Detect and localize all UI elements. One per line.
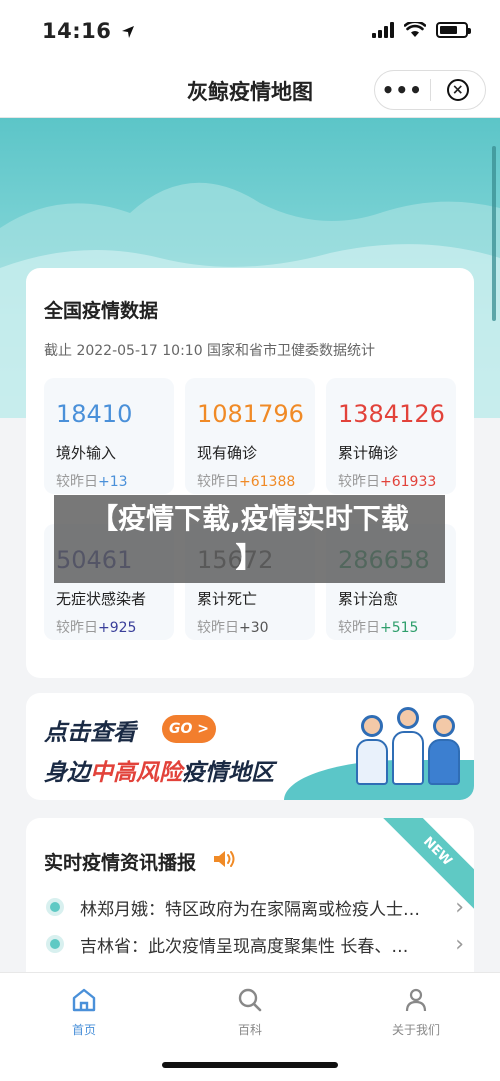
status-time: 14:16 — [42, 19, 135, 43]
status-bar: 14:16 — [0, 0, 500, 62]
home-icon — [34, 985, 134, 1015]
tab-about[interactable]: 关于我们 — [366, 985, 466, 1038]
chevron-right-icon: › — [455, 931, 464, 957]
tab-label: 百科 — [237, 1023, 262, 1037]
search-icon — [200, 985, 300, 1015]
status-icons — [372, 22, 471, 38]
banner-line-2: 身边中高风险疫情地区 — [44, 760, 274, 786]
stat-value: 1081796 — [197, 400, 304, 428]
doctor-figure — [392, 707, 424, 785]
battery-icon — [436, 22, 471, 38]
bullet-dot-icon — [50, 939, 60, 949]
go-button[interactable]: GO > — [162, 715, 216, 743]
person-icon — [366, 985, 466, 1015]
nav-bar: 灰鲸疫情地图 ••• × — [0, 62, 500, 118]
caption-line-1: 【疫情下载,疫情实时下载 — [90, 502, 409, 535]
doctor-figure — [428, 715, 460, 785]
overlay-caption: 【疫情下载,疫情实时下载 】 — [54, 495, 445, 583]
time-text: 14:16 — [42, 19, 112, 43]
close-icon: × — [446, 79, 469, 101]
news-text: 林郑月娥：特区政府为在家隔离或检疫人士… — [79, 899, 420, 920]
stat-label: 现有确诊 — [197, 444, 258, 462]
stat-compare: 较昨日+13 — [56, 474, 128, 490]
location-arrow-icon — [122, 26, 135, 38]
tab-encyclopedia[interactable]: 百科 — [200, 985, 300, 1038]
stat-box-current-confirmed[interactable]: 1081796 现有确诊 较昨日+61388 — [185, 378, 315, 494]
banner-line-1: 点击查看 — [44, 720, 136, 746]
stat-compare: 较昨日+61933 — [338, 474, 437, 490]
bullet-dot-icon — [50, 902, 60, 912]
stat-value: 18410 — [56, 400, 133, 428]
stat-compare: 较昨日+515 — [338, 620, 419, 636]
stat-compare: 较昨日+30 — [197, 620, 269, 636]
scrollbar[interactable] — [492, 146, 496, 321]
doctors-illustration — [356, 707, 460, 785]
news-item[interactable]: 林郑月娥：特区政府为在家隔离或检疫人士… › — [44, 892, 464, 922]
close-button[interactable]: × — [430, 79, 485, 101]
wifi-icon — [404, 22, 426, 37]
stats-title: 全国疫情数据 — [44, 300, 159, 322]
stat-box-imported[interactable]: 18410 境外输入 较昨日+13 — [44, 378, 174, 494]
more-button[interactable]: ••• — [375, 70, 430, 110]
risk-area-banner[interactable]: 点击查看 GO > 身边中高风险疫情地区 — [26, 693, 474, 800]
stat-label: 境外输入 — [56, 444, 117, 462]
national-stats-card: 全国疫情数据 截止 2022-05-17 10:10 国家和省市卫健委数据统计 … — [26, 268, 474, 678]
news-text: 吉林省：此次疫情呈现高度聚集性 长春、… — [79, 936, 409, 957]
home-indicator[interactable] — [162, 1062, 338, 1068]
news-card: 实时疫情资讯播报 NEW 林郑月娥：特区政府为在家隔离或检疫人士… › 吉林省：… — [26, 818, 474, 988]
mini-program-capsule: ••• × — [374, 70, 486, 110]
news-item[interactable]: 吉林省：此次疫情呈现高度聚集性 长春、… › — [44, 929, 464, 959]
stat-compare: 较昨日+61388 — [197, 474, 296, 490]
signal-icon — [372, 22, 394, 38]
speaker-icon — [214, 851, 235, 867]
stat-compare: 较昨日+925 — [56, 620, 137, 636]
tab-label: 关于我们 — [391, 1023, 440, 1037]
stat-label: 累计死亡 — [197, 590, 258, 608]
stat-label: 无症状感染者 — [56, 590, 147, 608]
chevron-right-icon: › — [455, 894, 464, 920]
tab-label: 首页 — [71, 1023, 96, 1037]
stat-label: 累计治愈 — [338, 590, 399, 608]
stat-box-total-confirmed[interactable]: 1384126 累计确诊 较昨日+61933 — [326, 378, 456, 494]
news-title: 实时疫情资讯播报 — [44, 852, 197, 874]
caption-line-2: 】 — [235, 541, 264, 574]
doctor-figure — [356, 715, 388, 785]
stat-label: 累计确诊 — [338, 444, 399, 462]
tab-home[interactable]: 首页 — [34, 985, 134, 1038]
stats-subtitle: 截止 2022-05-17 10:10 国家和省市卫健委数据统计 — [44, 343, 376, 359]
stat-value: 1384126 — [338, 400, 445, 428]
